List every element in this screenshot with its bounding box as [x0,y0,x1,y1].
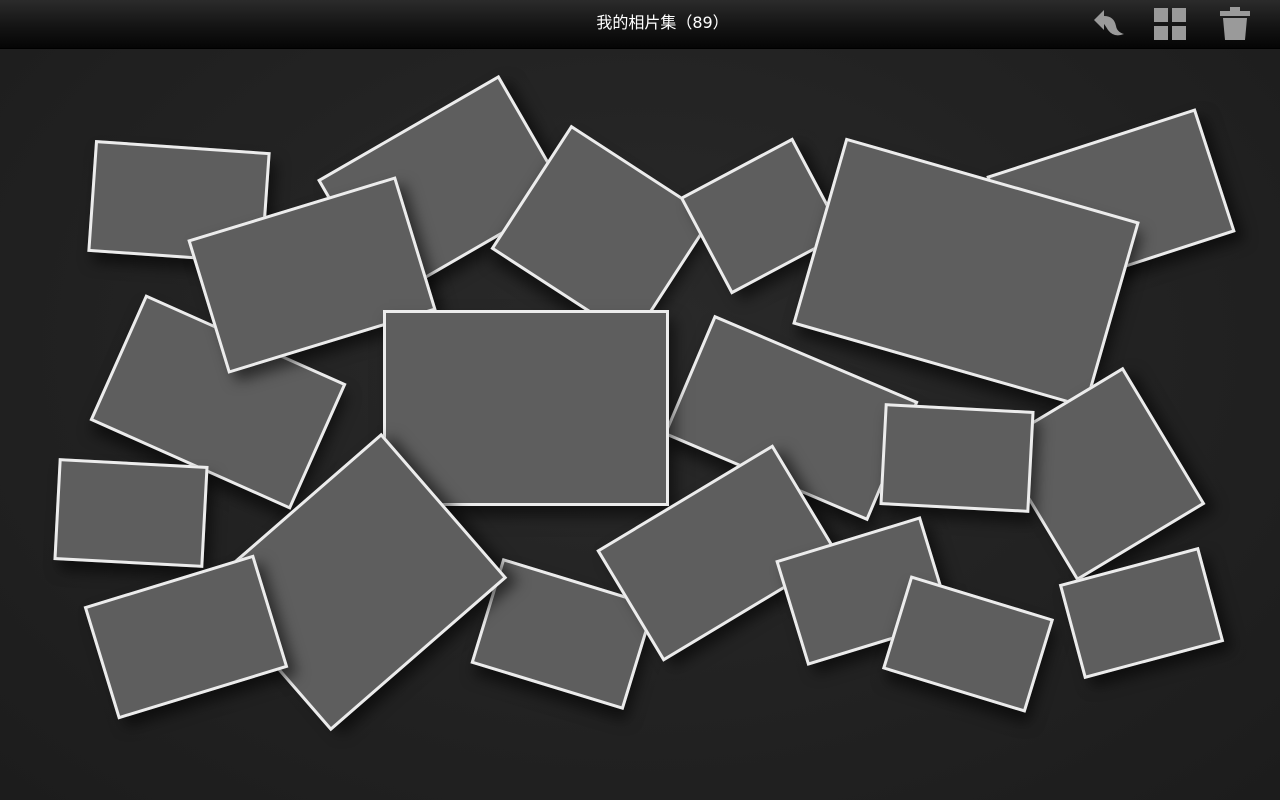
back-arrow-icon [1094,10,1124,36]
grid-view-button[interactable] [1150,4,1190,44]
back-button[interactable] [1088,4,1128,44]
photo-thumbnail[interactable] [53,458,209,568]
photo-thumbnail[interactable] [879,403,1035,513]
delete-button[interactable] [1215,4,1255,44]
photo-thumbnail[interactable] [83,554,289,720]
photo-stack-area[interactable] [0,48,1280,800]
photo-thumbnail[interactable] [383,310,669,506]
top-bar: 我的相片集（89） [0,0,1280,48]
trash-icon [1220,7,1250,40]
grid-view-icon [1154,8,1186,40]
photo-thumbnail[interactable] [881,575,1055,713]
